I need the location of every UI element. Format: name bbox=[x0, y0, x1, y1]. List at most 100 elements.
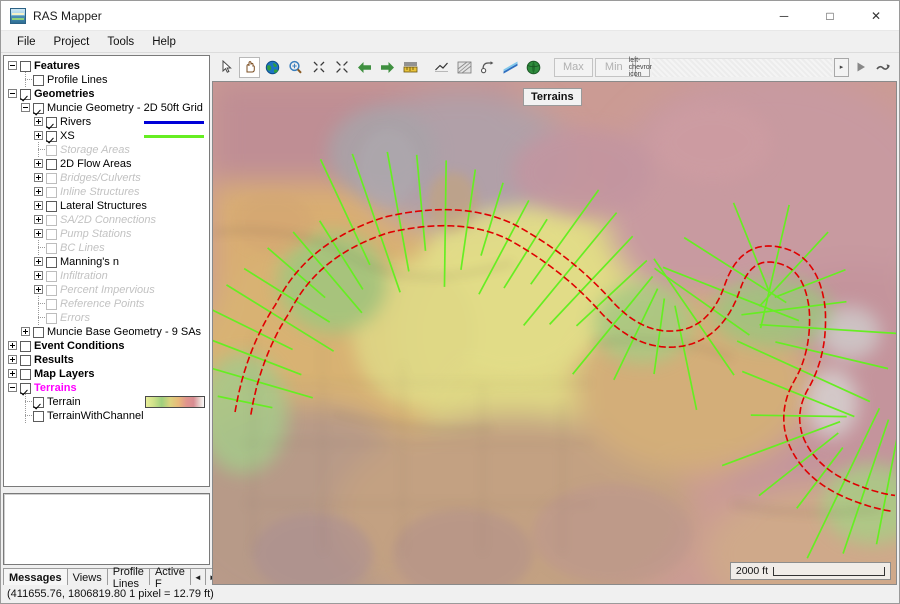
tree-item[interactable]: 2D Flow Areas bbox=[4, 157, 209, 171]
tree-expander-icon[interactable] bbox=[33, 213, 46, 227]
tree-item-checkbox[interactable] bbox=[20, 382, 31, 394]
tree-item[interactable]: Errors bbox=[4, 310, 209, 325]
tree-item[interactable]: Results bbox=[4, 353, 209, 367]
tree-item-checkbox[interactable] bbox=[46, 116, 57, 128]
messages-panel[interactable] bbox=[3, 493, 210, 565]
tree-item-checkbox[interactable] bbox=[20, 354, 31, 366]
slider-next-button[interactable]: ▸ bbox=[834, 57, 849, 77]
close-button[interactable]: ✕ bbox=[853, 1, 899, 31]
tree-expander-icon[interactable] bbox=[33, 171, 46, 185]
tree-item[interactable]: Map Layers bbox=[4, 367, 209, 381]
maximize-button[interactable]: □ bbox=[807, 1, 853, 31]
animation-slider[interactable] bbox=[651, 57, 832, 77]
map-canvas[interactable]: Terrains 2000 ft bbox=[212, 81, 897, 585]
tree-expander-icon[interactable] bbox=[7, 59, 20, 73]
menu-tools[interactable]: Tools bbox=[98, 33, 143, 51]
tree-item[interactable]: Infiltration bbox=[4, 269, 209, 283]
tree-item[interactable]: XS bbox=[4, 129, 209, 143]
tree-item-checkbox[interactable] bbox=[20, 340, 31, 352]
query-point-icon[interactable] bbox=[477, 57, 498, 78]
zoom-full-extent-tool[interactable] bbox=[262, 57, 283, 78]
tree-expander-icon[interactable] bbox=[7, 381, 20, 395]
tree-item[interactable]: Rivers bbox=[4, 115, 209, 129]
time-step-spinner[interactable]: left-chevron-icon bbox=[629, 57, 656, 78]
tree-expander-icon[interactable] bbox=[33, 199, 46, 213]
pan-hand-tool[interactable] bbox=[239, 56, 260, 78]
bottom-tab-active-f[interactable]: Active F bbox=[148, 566, 191, 590]
tree-item-checkbox[interactable] bbox=[46, 158, 57, 170]
tree-item-checkbox[interactable] bbox=[46, 144, 57, 156]
tree-item[interactable]: SA/2D Connections bbox=[4, 213, 209, 227]
tree-expander-icon[interactable] bbox=[33, 157, 46, 171]
layer-tree[interactable]: Features Profile Lines Geometries Muncie Ge… bbox=[3, 55, 210, 487]
tree-expander-icon[interactable] bbox=[33, 227, 46, 241]
tree-expander-icon[interactable] bbox=[33, 269, 46, 283]
tree-expander-icon[interactable] bbox=[20, 101, 33, 115]
tree-item[interactable]: Terrains bbox=[4, 381, 209, 395]
forward-navigation-button[interactable] bbox=[377, 57, 398, 78]
select-arrow-tool[interactable] bbox=[216, 57, 237, 78]
tree-item[interactable]: Event Conditions bbox=[4, 339, 209, 353]
tree-item[interactable]: BC Lines bbox=[4, 240, 209, 255]
tree-item-checkbox[interactable] bbox=[46, 200, 57, 212]
tree-item-checkbox[interactable] bbox=[46, 298, 57, 310]
tree-expander-icon[interactable] bbox=[33, 185, 46, 199]
tree-item[interactable]: Features bbox=[4, 59, 209, 73]
tree-item[interactable]: Muncie Base Geometry - 9 SAs bbox=[4, 325, 209, 339]
tree-expander-icon[interactable] bbox=[7, 353, 20, 367]
tree-item[interactable]: Storage Areas bbox=[4, 142, 209, 157]
tree-item[interactable]: Terrain bbox=[4, 394, 209, 409]
terrain-slice-icon[interactable] bbox=[500, 57, 521, 78]
tree-item-checkbox[interactable] bbox=[20, 60, 31, 72]
tree-item[interactable]: TerrainWithChannel bbox=[4, 408, 209, 423]
tree-item-checkbox[interactable] bbox=[46, 172, 57, 184]
menu-file[interactable]: File bbox=[8, 33, 45, 51]
tree-expander-icon[interactable] bbox=[33, 115, 46, 129]
zoom-in-tool[interactable] bbox=[285, 57, 306, 78]
bottom-tab-profile-lines[interactable]: Profile Lines bbox=[106, 566, 150, 590]
tree-expander-icon[interactable] bbox=[33, 283, 46, 297]
tree-item-checkbox[interactable] bbox=[33, 74, 44, 86]
tree-item-checkbox[interactable] bbox=[46, 214, 57, 226]
tree-item-checkbox[interactable] bbox=[46, 312, 57, 324]
tree-item-checkbox[interactable] bbox=[33, 326, 44, 338]
play-animation-button[interactable] bbox=[851, 57, 871, 77]
profile-line-icon[interactable] bbox=[431, 57, 452, 78]
tree-item[interactable]: Lateral Structures bbox=[4, 199, 209, 213]
tree-item-checkbox[interactable] bbox=[33, 102, 44, 114]
tree-item[interactable]: Bridges/Culverts bbox=[4, 171, 209, 185]
tree-item-checkbox[interactable] bbox=[20, 368, 31, 380]
tree-item-checkbox[interactable] bbox=[46, 270, 57, 282]
tree-item[interactable]: Muncie Geometry - 2D 50ft Grid bbox=[4, 101, 209, 115]
bottom-tab-messages[interactable]: Messages bbox=[3, 568, 68, 585]
tree-expander-icon[interactable] bbox=[7, 87, 20, 101]
tree-expander-icon[interactable] bbox=[33, 255, 46, 269]
tree-item[interactable]: Profile Lines bbox=[4, 72, 209, 87]
tree-item[interactable]: Manning's n bbox=[4, 255, 209, 269]
tab-scroll-left-icon[interactable]: ◄ bbox=[189, 568, 206, 585]
animation-icon[interactable] bbox=[873, 57, 893, 77]
zoom-collapse-icon[interactable] bbox=[308, 57, 329, 78]
tree-item-checkbox[interactable] bbox=[33, 410, 44, 422]
tree-item[interactable]: Percent Impervious bbox=[4, 283, 209, 297]
globe-3d-icon[interactable] bbox=[523, 57, 544, 78]
hatched-plot-icon[interactable] bbox=[454, 57, 475, 78]
tree-item[interactable]: Pump Stations bbox=[4, 227, 209, 241]
tree-item-checkbox[interactable] bbox=[46, 228, 57, 240]
tree-item-checkbox[interactable] bbox=[46, 130, 57, 142]
tree-item-checkbox[interactable] bbox=[33, 396, 44, 408]
min-button[interactable]: Min bbox=[594, 57, 633, 77]
tree-item-checkbox[interactable] bbox=[20, 88, 31, 100]
tree-item[interactable]: Inline Structures bbox=[4, 185, 209, 199]
menu-project[interactable]: Project bbox=[45, 33, 99, 51]
back-navigation-button[interactable] bbox=[354, 57, 375, 78]
tree-expander-icon[interactable] bbox=[20, 325, 33, 339]
tree-expander-icon[interactable] bbox=[33, 129, 46, 143]
menu-help[interactable]: Help bbox=[143, 33, 185, 51]
max-button[interactable]: Max bbox=[554, 57, 593, 77]
tree-item-checkbox[interactable] bbox=[46, 186, 57, 198]
tree-item-checkbox[interactable] bbox=[46, 242, 57, 254]
minimize-button[interactable]: ─ bbox=[761, 1, 807, 31]
tree-item[interactable]: Geometries bbox=[4, 87, 209, 101]
bottom-tab-views[interactable]: Views bbox=[66, 568, 108, 585]
